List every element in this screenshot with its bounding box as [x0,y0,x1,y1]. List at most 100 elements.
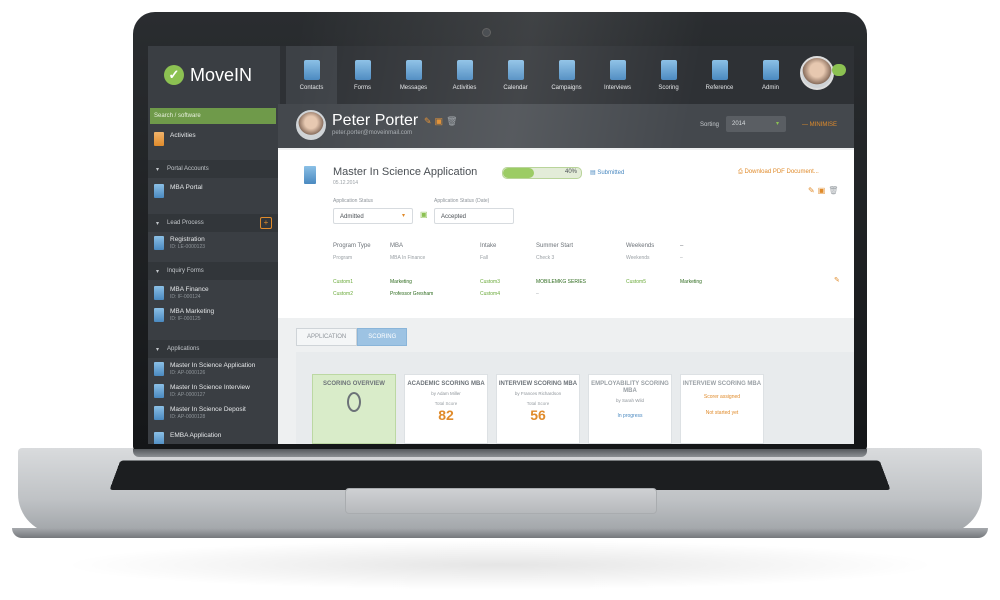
tab-scoring[interactable]: SCORING [357,328,408,346]
nav-messages[interactable]: Messages [388,46,439,104]
sidebar-item-id: ID: AP-0000127 [170,392,206,398]
nav-admin[interactable]: Admin [745,46,796,104]
save-icon[interactable]: ▣ [818,186,829,195]
sidebar-item-application[interactable]: Master In Science Application ID: AP-0000… [148,362,278,376]
score-card-title: INTERVIEW SCORING MBA [682,381,762,387]
interview-scoring-card[interactable]: INTERVIEW SCORING MBA by Frances Richard… [496,374,580,444]
sidebar-item-interview[interactable]: Master In Science Interview ID: AP-000012… [148,384,278,398]
sidebar-item-label: MBA Finance [170,286,209,293]
sidebar-item-deposit[interactable]: Master In Science Deposit ID: AP-0000128 [148,406,278,420]
main-nav: Contacts Forms Messages Activities Calen… [286,46,796,104]
sidebar-search-input[interactable]: Search / software [150,108,276,124]
sidebar-section-applications[interactable]: ▾ Applications [148,340,278,358]
download-pdf-link[interactable]: ⎙ Download PDF Document... [738,169,819,176]
sidebar-item-label: EMBA Application [170,432,222,439]
sidebar-item-label: Master In Science Application [170,362,256,369]
pencil-icon[interactable]: ✎ [808,186,818,195]
minimise-button[interactable]: — MINIMISE [802,122,837,128]
screen: ✓ MoveIN Contacts Forms Messages Activit… [148,46,854,444]
contact-name: Peter Porter [332,112,419,129]
nav-campaigns[interactable]: Campaigns [541,46,592,104]
form-icon [154,362,164,376]
nav-reference[interactable]: Reference [694,46,745,104]
pencil-icon[interactable]: ✎ [424,116,435,126]
chevron-down-icon: ▾ [156,346,160,353]
form-icon [154,432,164,444]
laptop-trackpad [345,488,657,514]
trash-icon[interactable]: 🗑 [446,116,460,126]
custom-value: Marketing [680,279,702,285]
webcam [482,28,491,37]
custom-label: Custom4 [480,291,501,297]
field-value: Weekends [626,255,650,261]
sorting-caret-icon[interactable]: ▾ [776,120,779,127]
nav-interviews[interactable]: Interviews [592,46,643,104]
contact-email[interactable]: peter.porter@moveinmail.com [332,130,412,136]
score-card-title: EMPLOYABILITY SCORING MBA [591,381,669,394]
app-status-date-input[interactable]: Accepted [434,208,514,224]
card-tools[interactable]: ✎▣🗑 [808,186,841,195]
save-icon[interactable]: ▣ [435,116,447,126]
progress-fill [503,168,535,178]
total-score-value: 82 [438,407,454,423]
logo-text: MoveIN [190,64,253,85]
activities-icon [456,59,473,80]
document-icon [304,166,316,184]
custom-label: Custom2 [333,291,354,297]
academic-scoring-card[interactable]: ACADEMIC SCORING MBA by Adam Miller Tota… [404,374,488,444]
pencil-icon[interactable]: ✎ [834,276,840,284]
tab-application[interactable]: APPLICATION [296,328,358,346]
sidebar-item-label: MBA Marketing [170,308,215,315]
custom-value: – [536,291,539,297]
score-card-title: INTERVIEW SCORING MBA [498,381,578,387]
nav-scoring[interactable]: Scoring [643,46,694,104]
nav-label: Reference [705,84,734,91]
sidebar-section-portal[interactable]: ▾ Portal Accounts [148,160,278,178]
interviews-icon [609,59,626,80]
interview-scoring-card-2[interactable]: INTERVIEW SCORING MBA Scorer assigned No… [680,374,764,444]
sidebar-item-mba-finance[interactable]: MBA Finance ID: IF-000124 [148,286,278,300]
form-icon [154,384,164,398]
sidebar-item-label: MBA Portal [170,184,203,191]
add-icon[interactable]: + [260,217,272,229]
sidebar-item-portal[interactable]: MBA Portal [148,184,278,198]
nav-calendar[interactable]: Calendar [490,46,541,104]
download-label: Download PDF Document... [744,169,819,175]
sidebar-item-emba[interactable]: EMBA Application [148,432,278,444]
nav-label: Forms [354,84,371,91]
field-header: Summer Start [536,243,574,249]
sidebar-section-inquiry[interactable]: ▾ Inquiry Forms [148,262,278,280]
field-value: – [680,255,683,261]
field-value: MBA In Finance [390,255,426,261]
field-value: Program [333,255,353,261]
employability-scoring-card[interactable]: EMPLOYABILITY SCORING MBA by Sarah Wild … [588,374,672,444]
user-status-badge[interactable] [832,64,846,76]
nav-label: Activities [452,84,477,91]
user-avatar[interactable] [800,56,834,90]
portal-icon [154,184,164,198]
chevron-down-icon: ▾ [156,268,160,275]
chevron-down-icon[interactable]: ▾ [402,212,405,219]
sidebar-item-registration[interactable]: Registration ID: LE-0000123 [148,236,278,250]
laptop-hinge [133,449,867,457]
contact-tools[interactable]: ✎▣🗑 [424,116,461,127]
nav-forms[interactable]: Forms [337,46,388,104]
sidebar-section-lead[interactable]: ▾ Lead Process + [148,214,278,232]
admin-icon [762,59,779,80]
nav-activities[interactable]: Activities [439,46,490,104]
save-icon[interactable]: ▣ [420,210,428,219]
sidebar-item-activities[interactable]: Activities [148,132,278,146]
scorer-assigned-text: Scorer assigned [703,394,741,400]
sidebar-item-label: Activities [170,132,196,139]
nav-contacts[interactable]: Contacts [286,46,337,104]
scoring-overview-card[interactable]: SCORING OVERVIEW [312,374,396,444]
contact-avatar [296,110,326,140]
sidebar-item-mba-marketing[interactable]: MBA Marketing ID: IF-000125 [148,308,278,322]
app-status-select[interactable]: Admitted [333,208,413,224]
in-progress-link[interactable]: In progress [617,413,642,419]
campaigns-icon [558,59,575,80]
app-logo[interactable]: ✓ MoveIN [148,46,280,104]
sidebar-item-id: ID: IF-000125 [170,316,201,322]
field-value: Check 3 [536,255,555,261]
trash-icon[interactable]: 🗑 [828,186,841,195]
